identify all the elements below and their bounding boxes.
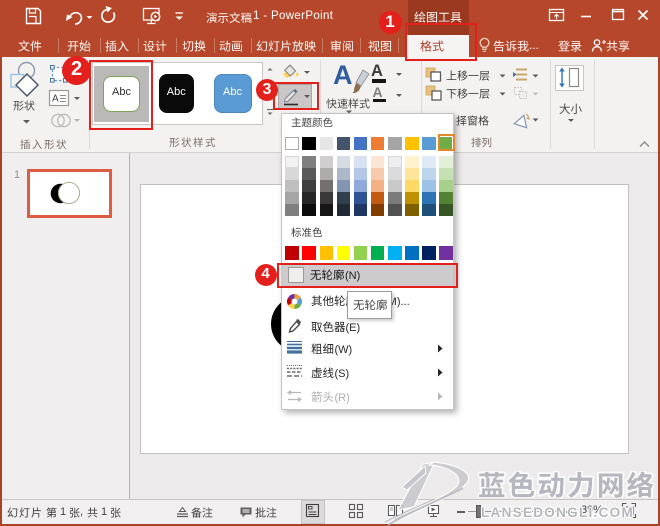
svg-text:A: A: [52, 94, 59, 105]
